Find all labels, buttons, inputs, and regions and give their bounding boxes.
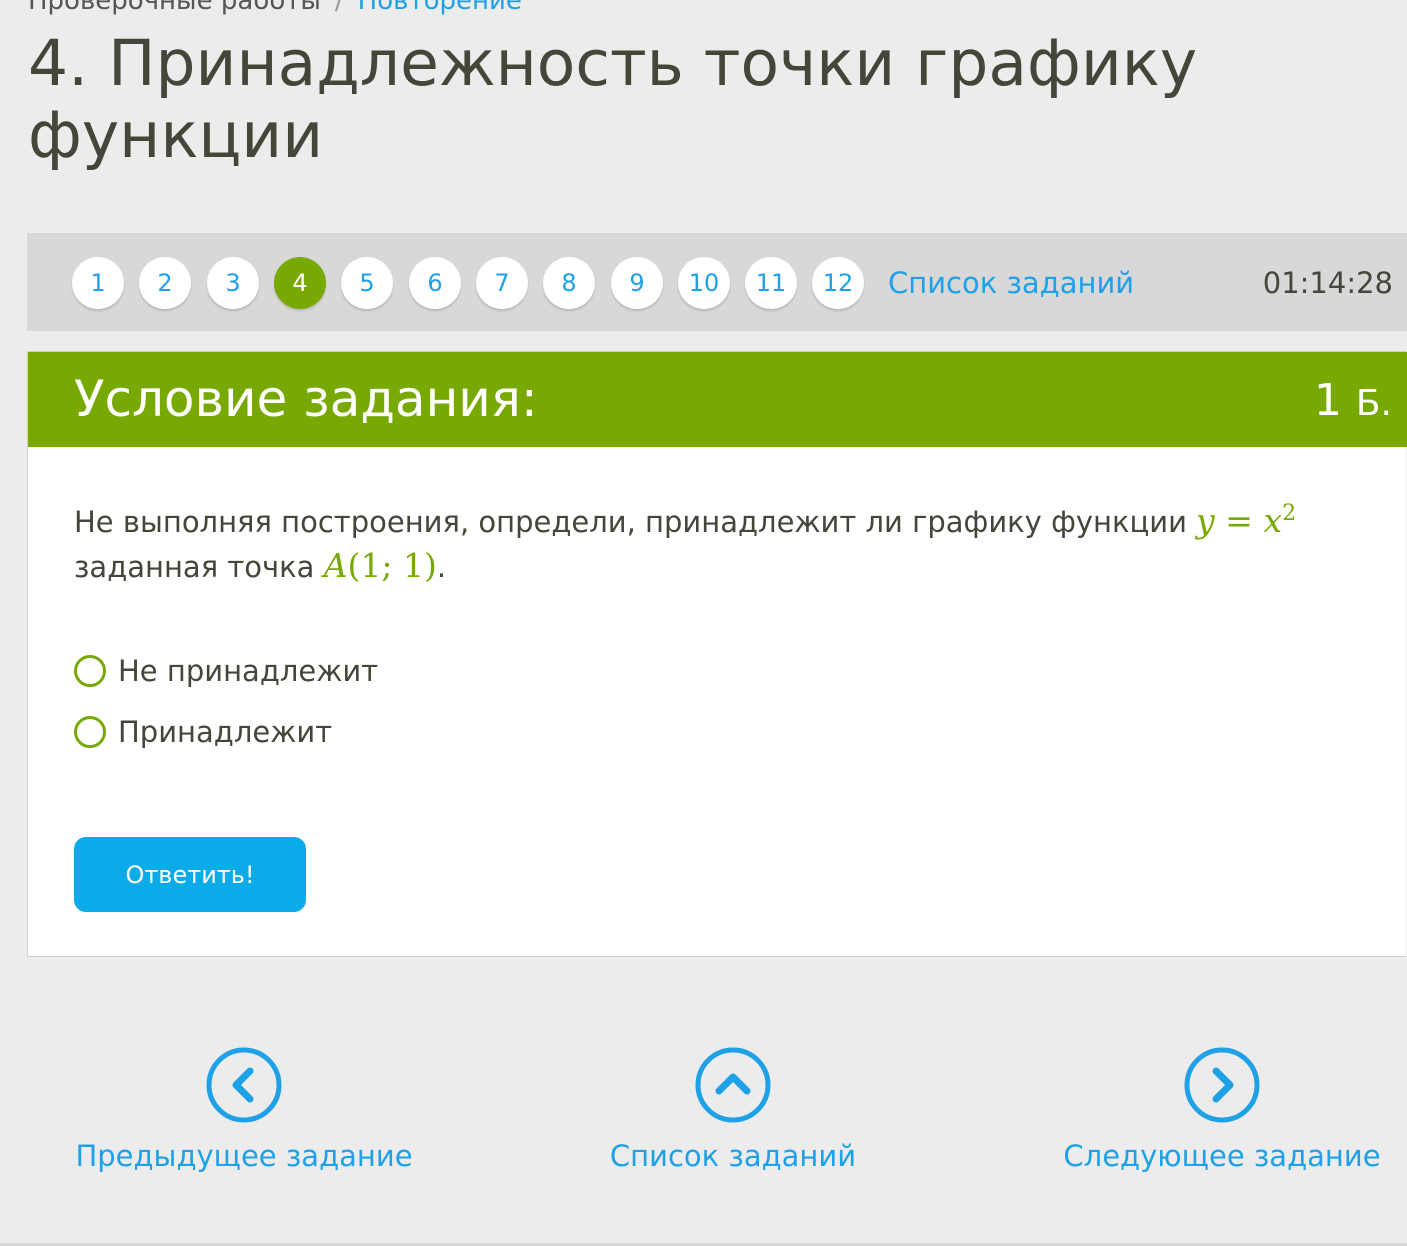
prev-task-label[interactable]: Предыдущее задание xyxy=(64,1137,424,1175)
breadcrumb-current[interactable]: Повторение xyxy=(358,0,522,16)
formula-equals: = xyxy=(1214,501,1264,540)
task-number-4-current[interactable]: 4 xyxy=(274,257,326,309)
task-header-title: Условие задания: xyxy=(74,370,538,428)
task-number-7[interactable]: 7 xyxy=(476,257,528,309)
task-number-9[interactable]: 9 xyxy=(611,257,663,309)
function-formula: y = x2 xyxy=(1196,501,1296,540)
task-number-12[interactable]: 12 xyxy=(812,257,864,309)
task-list-bottom-link[interactable]: Список заданий xyxy=(553,1047,913,1175)
task-number-5[interactable]: 5 xyxy=(341,257,393,309)
option-label: Принадлежит xyxy=(118,715,333,749)
timer: 01:14:28 xyxy=(1262,266,1393,300)
option-not-belongs[interactable]: Не принадлежит xyxy=(74,652,378,690)
submit-answer-button[interactable]: Ответить! xyxy=(74,837,306,912)
next-task-label[interactable]: Следующее задание xyxy=(1042,1137,1402,1175)
task-number-11[interactable]: 11 xyxy=(745,257,797,309)
point-coords: (1; 1) xyxy=(347,546,437,585)
task-list-link[interactable]: Список заданий xyxy=(888,263,1134,303)
breadcrumb: Проверочные работы / Повторение xyxy=(28,0,522,16)
task-points: 1 Б. xyxy=(1314,374,1392,431)
task-list-bottom-label[interactable]: Список заданий xyxy=(553,1137,913,1175)
point-name: A xyxy=(323,546,348,585)
point-formula: A(1; 1) xyxy=(324,546,437,585)
formula-exponent: 2 xyxy=(1282,501,1297,526)
task-nav-bar: 1 2 3 4 5 6 7 8 9 10 11 12 Список задани… xyxy=(27,233,1407,331)
task-card: Условие задания: 1 Б. Не выполняя постро… xyxy=(27,351,1407,957)
radio-button[interactable] xyxy=(74,655,106,687)
task-points-unit: Б. xyxy=(1355,383,1392,424)
formula-variable: x xyxy=(1263,501,1283,540)
task-points-value: 1 xyxy=(1313,375,1342,426)
option-belongs[interactable]: Принадлежит xyxy=(74,713,332,751)
question-text: Не выполняя построения, определи, принад… xyxy=(74,492,1394,589)
question-part: заданная точка xyxy=(74,550,324,584)
task-header: Условие задания: 1 Б. xyxy=(28,352,1407,447)
task-number-1[interactable]: 1 xyxy=(72,257,124,309)
task-number-10[interactable]: 10 xyxy=(678,257,730,309)
breadcrumb-parent[interactable]: Проверочные работы xyxy=(28,0,321,16)
chevron-right-circle-icon[interactable] xyxy=(1184,1047,1260,1123)
task-number-2[interactable]: 2 xyxy=(139,257,191,309)
formula-lhs: y xyxy=(1196,501,1215,540)
question-part: Не выполняя построения, определи, принад… xyxy=(74,505,1197,539)
task-number-8[interactable]: 8 xyxy=(543,257,595,309)
prev-task-link[interactable]: Предыдущее задание xyxy=(64,1047,424,1175)
option-label: Не принадлежит xyxy=(118,654,379,688)
breadcrumb-separator: / xyxy=(334,0,344,16)
next-task-link[interactable]: Следующее задание xyxy=(1042,1047,1402,1175)
chevron-left-circle-icon[interactable] xyxy=(206,1047,282,1123)
radio-button[interactable] xyxy=(74,716,106,748)
task-number-3[interactable]: 3 xyxy=(207,257,259,309)
chevron-up-circle-icon[interactable] xyxy=(695,1047,771,1123)
page-title: 4. Принадлежность точки графику функции xyxy=(28,27,1198,172)
task-number-6[interactable]: 6 xyxy=(409,257,461,309)
question-part: . xyxy=(436,550,447,584)
